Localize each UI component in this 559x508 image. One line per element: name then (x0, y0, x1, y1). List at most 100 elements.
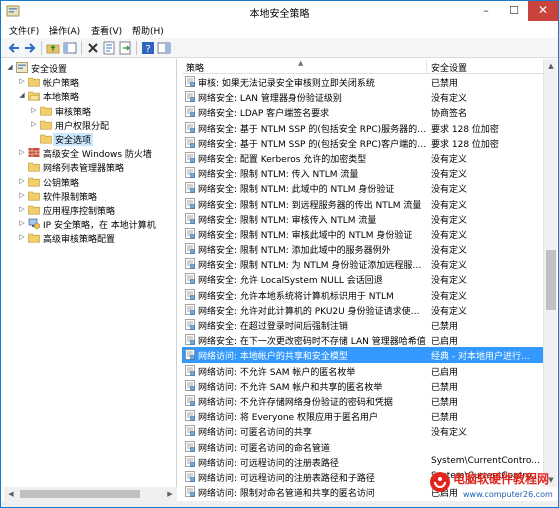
policy-row[interactable]: 网络访问: 可匿名访问的共享 没有定义 (182, 423, 543, 438)
policy-row[interactable]: 网络安全: 限制 NTLM: 到远程服务器的传出 NTLM 流量 没有定义 (182, 196, 543, 211)
maximize-button[interactable]: ☐ (500, 1, 528, 21)
policy-row[interactable]: 网络访问: 不允许 SAM 帐户的匿名枚举 已启用 (182, 363, 543, 378)
menu-action[interactable]: 操作(A) (49, 24, 80, 37)
policy-item-icon (185, 471, 195, 482)
scroll-up-button[interactable]: ▲ (544, 59, 558, 73)
policy-row[interactable]: 网络安全: 限制 NTLM: 为 NTLM 身份验证添加远程服务器... 没有定义 (182, 256, 543, 271)
policy-row[interactable]: 审核: 如果无法记录安全审核则立即关闭系统 已禁用 (182, 74, 543, 89)
horizontal-scrollbar[interactable]: ◀ ▶ (4, 487, 177, 501)
expand-arrow-icon[interactable]: ▷ (18, 77, 26, 85)
policy-setting-value: 没有定义 (431, 276, 468, 287)
toolbar-separator (136, 41, 137, 55)
column-header-label: 策略 (186, 64, 205, 74)
policy-rows: 审核: 如果无法记录安全审核则立即关闭系统 已禁用 网络安全: LAN 管理器身份验… (182, 74, 543, 499)
close-button[interactable]: ✕ (528, 1, 558, 21)
policy-item-icon (185, 167, 195, 178)
expand-arrow-icon[interactable]: ▷ (18, 177, 26, 185)
policy-row[interactable]: 网络安全: 限制 NTLM: 审核传入 NTLM 流量 没有定义 (182, 211, 543, 226)
expand-arrow-icon[interactable]: ▷ (18, 233, 26, 241)
column-header-label: 安全设置 (431, 64, 468, 74)
policy-name: 网络安全: 在下一次更改密码时不存储 LAN 管理器哈希值 (198, 337, 426, 348)
policy-row[interactable]: 网络安全: 限制 NTLM: 审核此域中的 NTLM 身份验证 没有定义 (182, 226, 543, 241)
firewall-icon (28, 147, 40, 158)
policy-row[interactable]: 网络访问: 不允许 SAM 帐户和共享的匿名枚举 已禁用 (182, 378, 543, 393)
expand-arrow-icon[interactable]: ▷ (18, 219, 26, 227)
folder-icon (28, 176, 40, 187)
policy-name: 网络安全: 限制 NTLM: 到远程服务器的传出 NTLM 流量 (198, 200, 422, 211)
policy-item-icon (185, 152, 195, 163)
toolbar: ? (1, 38, 558, 58)
folder-icon (28, 232, 40, 243)
expand-arrow-icon[interactable]: ▷ (18, 191, 26, 199)
policy-name: 网络安全: 基于 NTLM SSP 的(包括安全 RPC)客户端的最小... (198, 139, 428, 150)
help-icon[interactable]: ? (141, 41, 155, 55)
forward-arrow-icon[interactable] (23, 41, 37, 55)
policy-item-icon (185, 334, 195, 346)
back-arrow-icon[interactable] (7, 41, 21, 55)
toolbar-separator (81, 41, 82, 55)
tree-item-label: 软件限制策略 (43, 192, 98, 203)
policy-row[interactable]: 网络安全: 允许对此计算机的 PKU2U 身份验证请求使用联... 没有定义 (182, 302, 543, 317)
tree-item-label: 高级审核策略配置 (43, 235, 116, 246)
policy-row[interactable]: 网络安全: LDAP 客户端签名要求 协商签名 (182, 104, 543, 119)
up-folder-icon[interactable] (46, 41, 60, 55)
policy-item-icon (185, 303, 195, 315)
policy-row[interactable]: 网络访问: 将 Everyone 权限应用于匿名用户 已禁用 (182, 408, 543, 423)
minimize-button[interactable]: – (472, 1, 500, 21)
properties-icon[interactable] (102, 41, 116, 55)
column-header-setting[interactable]: 安全设置 (427, 59, 543, 74)
site-watermark: 电脑软硬件教程网 www.computer26.com (429, 467, 557, 507)
tree-item-label: 安全设置 (31, 65, 68, 75)
menu-help[interactable]: 帮助(H) (132, 24, 164, 37)
policy-row[interactable]: 网络安全: 基于 NTLM SSP 的(包括安全 RPC)客户端的最小... 要求… (182, 135, 543, 150)
scroll-thumb[interactable] (20, 490, 140, 498)
policy-row[interactable]: 网络安全: 在超过登录时间后强制注销 已禁用 (182, 317, 543, 332)
sort-ascending-icon: ▲ (298, 59, 304, 67)
policy-item-icon (185, 212, 195, 224)
collapse-arrow-icon[interactable]: ◢ (6, 63, 14, 71)
scroll-right-button[interactable]: ▶ (163, 487, 177, 501)
policy-setting-value: 没有定义 (431, 306, 468, 317)
policy-setting-value: 没有定义 (431, 170, 468, 181)
policy-row[interactable]: 网络访问: 本地帐户的共享和安全模型 经典 - 对本地用户进行... (182, 347, 543, 363)
policy-row[interactable]: 网络安全: 限制 NTLM: 添加此域中的服务器例外 没有定义 (182, 241, 543, 256)
policy-row[interactable]: 网络访问: 不允许存储网络身份验证的密码和凭据 已禁用 (182, 393, 543, 408)
vertical-scrollbar[interactable]: ▲ ▼ (543, 59, 557, 487)
menu-view[interactable]: 查看(V) (91, 24, 122, 37)
policy-row[interactable]: 网络安全: 允许本地系统将计算机标识用于 NTLM 没有定义 (182, 287, 543, 302)
scroll-left-button[interactable]: ◀ (4, 487, 18, 501)
title-bar[interactable]: 本地安全策略 – ☐ ✕ (1, 1, 558, 22)
policy-item-icon (185, 395, 195, 406)
policy-row[interactable]: 网络安全: 允许 LocalSystem NULL 会话回退 没有定义 (182, 271, 543, 286)
expand-arrow-icon[interactable]: ▷ (18, 205, 26, 213)
export-list-icon[interactable] (118, 41, 132, 55)
delete-icon[interactable] (86, 41, 100, 55)
column-header-policy[interactable]: 策略 ▲ (182, 59, 427, 74)
policy-row[interactable]: 网络安全: 在下一次更改密码时不存储 LAN 管理器哈希值 已启用 (182, 332, 543, 347)
scroll-thumb[interactable] (546, 249, 556, 310)
policy-item-icon (185, 486, 195, 497)
policy-name: 网络访问: 可远程访问的注册表路径 (198, 458, 339, 469)
tree-item-label: 本地策略 (43, 93, 80, 104)
policy-row[interactable]: 网络安全: 限制 NTLM: 传入 NTLM 流量 没有定义 (182, 165, 543, 180)
policy-row[interactable]: 网络安全: 基于 NTLM SSP 的(包括安全 RPC)服务器的最小... 要求… (182, 120, 543, 135)
collapse-arrow-icon[interactable]: ◢ (18, 91, 26, 99)
policy-row[interactable]: 网络安全: 配置 Kerberos 允许的加密类型 没有定义 (182, 150, 543, 165)
expand-arrow-icon[interactable]: ▷ (18, 148, 26, 156)
policy-name: 网络安全: 在超过登录时间后强制注销 (198, 322, 348, 332)
policy-row[interactable]: 网络安全: LAN 管理器身份验证级别 没有定义 (182, 89, 543, 104)
policy-name: 网络访问: 可匿名访问的共享 (198, 428, 312, 439)
policy-name: 网络安全: 限制 NTLM: 审核此域中的 NTLM 身份验证 (198, 230, 413, 241)
policy-row[interactable]: 网络访问: 可匿名访问的命名管道 (182, 439, 543, 454)
menu-file[interactable]: 文件(F) (9, 24, 39, 37)
policy-setting-value: 没有定义 (431, 246, 468, 257)
toolbar-separator (41, 41, 42, 55)
policy-name: 网络安全: 配置 Kerberos 允许的加密类型 (198, 154, 367, 165)
expand-arrow-icon[interactable]: ▷ (30, 120, 38, 128)
watermark-url: www.computer26.com (463, 490, 553, 499)
policy-setting-value: 没有定义 (431, 200, 468, 211)
mmc-pane-icon[interactable] (157, 41, 171, 55)
policy-row[interactable]: 网络安全: 限制 NTLM: 此域中的 NTLM 身份验证 没有定义 (182, 180, 543, 195)
show-hide-tree-icon[interactable] (63, 41, 77, 55)
expand-arrow-icon[interactable]: ▷ (30, 106, 38, 114)
